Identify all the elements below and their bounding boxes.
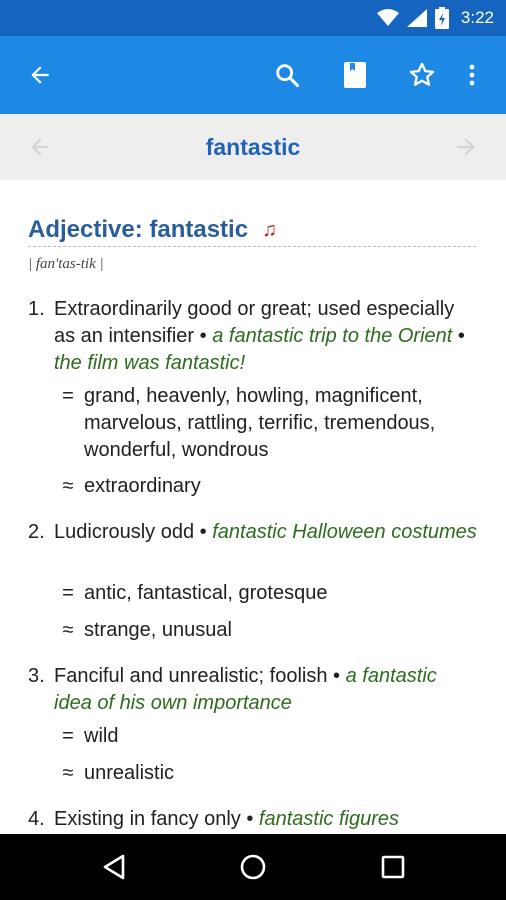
example-text: fantastic Halloween costumes <box>212 521 477 543</box>
bullet: • <box>457 325 465 347</box>
current-word: fantastic <box>205 133 301 160</box>
synonym-symbol: = <box>62 582 74 604</box>
similar-symbol: ≈ <box>62 475 74 497</box>
synonym-words[interactable]: wild <box>84 723 478 750</box>
similar-row: ≈ unrealistic <box>58 760 478 787</box>
similar-row: ≈ strange, unusual <box>58 617 478 644</box>
synonyms-row: = antic, fantastical, grotesque <box>58 580 478 607</box>
definition-text: Existing in fancy only <box>54 808 241 830</box>
sense-4: 4. Existing in fancy only • fantastic fi… <box>28 806 478 833</box>
square-recents-icon <box>381 855 405 879</box>
word-navigation-bar: fantastic <box>0 114 506 180</box>
wifi-icon <box>376 9 399 26</box>
more-options-button[interactable] <box>452 55 492 95</box>
sense-2: 2. Ludicrously odd • fantastic Halloween… <box>28 519 478 546</box>
signal-icon <box>406 9 427 27</box>
arrow-back-icon <box>31 66 49 84</box>
definition-text: Fanciful and unrealistic; foolish <box>54 665 328 687</box>
entry-title: Adjective: fantastic <box>28 216 249 243</box>
definition-content[interactable]: Adjective: fantastic ♫ | fan'tas-tik | 1… <box>0 180 506 834</box>
definition-text: Ludicrously odd <box>54 521 195 543</box>
arrow-left-icon <box>31 138 49 156</box>
search-button[interactable] <box>267 55 307 95</box>
synonyms-row: = grand, heavenly, howling, magnificent,… <box>58 383 478 464</box>
arrow-right-icon <box>457 138 475 156</box>
example-text: the film was fantastic! <box>54 352 246 374</box>
circle-home-icon <box>240 854 266 880</box>
app-bar <box>0 36 506 114</box>
bullet: • <box>246 808 254 830</box>
similar-row: ≈ extraordinary <box>58 473 478 500</box>
similar-symbol: ≈ <box>62 762 74 784</box>
similar-words[interactable]: extraordinary <box>84 473 478 500</box>
more-vert-icon <box>469 64 475 86</box>
music-note-icon[interactable]: ♫ <box>262 219 277 242</box>
pronunciation: | fan'tas-tik | <box>28 256 104 272</box>
sense-1: 1. Extraordinarily good or great; used e… <box>28 296 478 377</box>
next-word-button[interactable] <box>450 131 482 163</box>
entry-heading: Adjective: fantastic ♫ <box>28 216 476 247</box>
bookmark-icon <box>344 62 366 88</box>
sense-number: 3. <box>28 665 45 687</box>
synonym-words[interactable]: antic, fantastical, grotesque <box>84 580 478 607</box>
similar-words[interactable]: unrealistic <box>84 760 478 787</box>
synonym-words[interactable]: grand, heavenly, howling, magnificent, m… <box>84 383 478 464</box>
synonym-symbol: = <box>62 725 74 747</box>
previous-word-button[interactable] <box>24 131 56 163</box>
synonyms-row: = wild <box>58 723 478 750</box>
star-outline-icon <box>409 62 435 86</box>
synonym-symbol: = <box>62 385 74 407</box>
example-text: fantastic figures <box>258 808 399 830</box>
sense-3: 3. Fanciful and unrealistic; foolish • a… <box>28 663 478 717</box>
similar-words[interactable]: strange, unusual <box>84 617 478 644</box>
clock: 3:22 <box>460 8 494 27</box>
system-navigation-bar <box>0 834 506 900</box>
sense-number: 2. <box>28 521 45 543</box>
status-bar: 3:22 <box>0 0 506 36</box>
sense-number: 1. <box>28 298 45 320</box>
bookmark-button[interactable] <box>335 55 375 95</box>
triangle-back-icon <box>103 854 125 880</box>
nav-back-button[interactable] <box>94 847 134 887</box>
nav-home-button[interactable] <box>233 847 273 887</box>
similar-symbol: ≈ <box>62 619 74 641</box>
bullet: • <box>333 665 341 687</box>
nav-recents-button[interactable] <box>373 847 413 887</box>
favorite-button[interactable] <box>402 55 442 95</box>
back-button[interactable] <box>20 55 60 95</box>
example-text: a fantastic trip to the Orient <box>212 325 453 347</box>
search-icon <box>276 64 300 88</box>
bullet: • <box>199 521 207 543</box>
bullet: • <box>199 325 207 347</box>
sense-number: 4. <box>28 808 45 830</box>
battery-icon <box>434 7 449 29</box>
